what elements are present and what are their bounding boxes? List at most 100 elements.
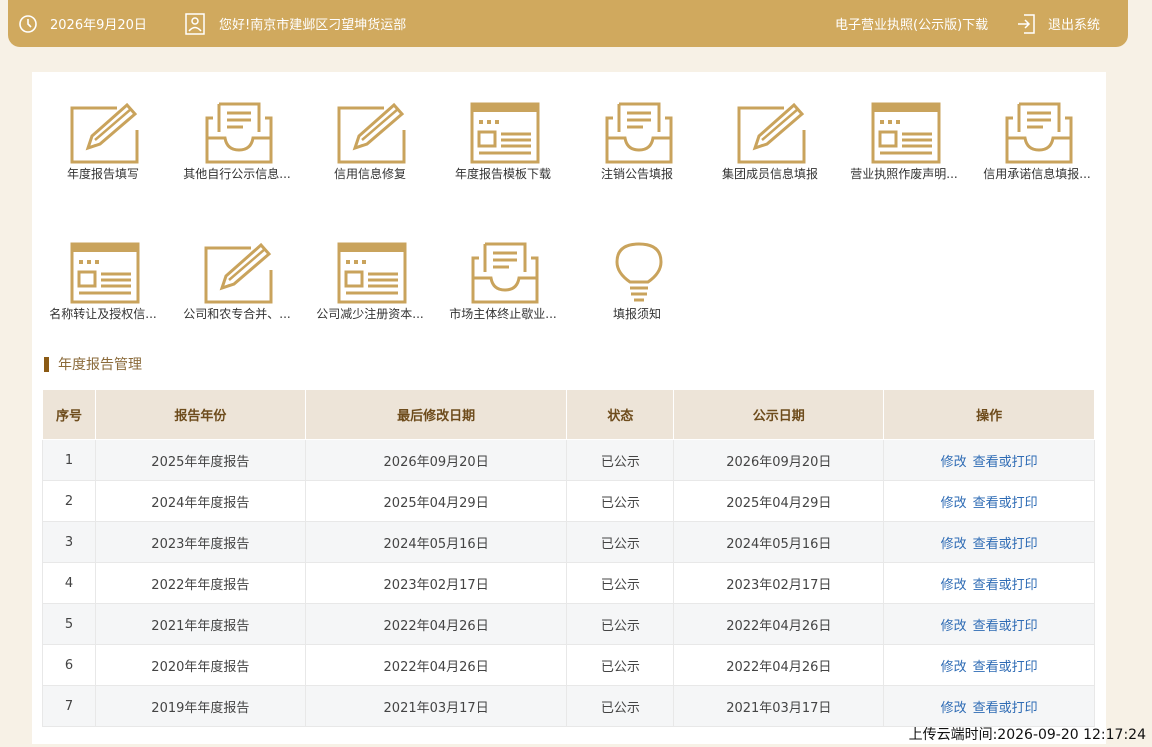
tile-label: 营业执照作废声明... xyxy=(850,167,958,181)
tile-label: 公司减少注册资本... xyxy=(316,307,424,321)
publish-date: 2025年04月29日 xyxy=(673,480,885,522)
col-header-status: 状态 xyxy=(566,389,675,440)
last-modified-date: 2024年05月16日 xyxy=(304,521,568,563)
date-area: 2026年9月20日 xyxy=(18,0,147,47)
status: 已公示 xyxy=(566,439,675,481)
row-index: 3 xyxy=(42,521,96,563)
col-header-modified: 最后修改日期 xyxy=(304,389,568,440)
report-year: 2019年年度报告 xyxy=(94,685,306,727)
lightbulb-icon xyxy=(603,240,675,306)
col-header-published: 公示日期 xyxy=(673,389,885,440)
row-index: 1 xyxy=(42,439,96,481)
tile-label: 信用信息修复 xyxy=(333,167,406,181)
last-modified-date: 2023年02月17日 xyxy=(304,562,568,604)
view-print-link[interactable]: 查看或打印 xyxy=(973,660,1038,675)
tile-label: 集团成员信息填报 xyxy=(721,167,818,181)
inbox-doc-icon xyxy=(1003,100,1075,166)
inbox-doc-icon xyxy=(603,100,675,166)
edit-link[interactable]: 修改 xyxy=(941,537,967,552)
table-row: 3 2023年年度报告 2024年05月16日 已公示 2024年05月16日 修改 查看或… xyxy=(42,521,1095,563)
function-tile[interactable]: 营业执照作废声明... xyxy=(840,72,968,202)
edit-icon xyxy=(736,100,808,166)
col-header-year: 报告年份 xyxy=(94,389,306,440)
template-window-icon xyxy=(469,100,541,166)
function-tile[interactable]: 市场主体终止歇业... xyxy=(439,212,567,342)
row-actions: 修改 查看或打印 xyxy=(883,603,1095,645)
row-index: 7 xyxy=(42,685,96,727)
report-year: 2023年年度报告 xyxy=(94,521,306,563)
logout-label: 退出系统 xyxy=(1048,18,1101,33)
edit-icon xyxy=(69,100,141,166)
main-panel: 年度报告填写 其他自行公示信息... 信用信息修复 年度报告模板下载 注销公告填报 集团成… xyxy=(32,72,1106,744)
edit-link[interactable]: 修改 xyxy=(941,701,967,716)
edit-link[interactable]: 修改 xyxy=(941,578,967,593)
logout-icon xyxy=(1016,13,1036,35)
table-row: 5 2021年年度报告 2022年04月26日 已公示 2022年04月26日 修改 查看或… xyxy=(42,603,1095,645)
row-actions: 修改 查看或打印 xyxy=(883,562,1095,604)
edit-link[interactable]: 修改 xyxy=(941,496,967,511)
inbox-doc-icon xyxy=(203,100,275,166)
top-bar: 2026年9月20日 您好!南京市建邺区刁望坤货运部 电子营业执照(公示版)下载… xyxy=(8,0,1128,47)
publish-date: 2026年09月20日 xyxy=(673,439,885,481)
edit-link[interactable]: 修改 xyxy=(941,455,967,470)
report-year: 2022年年度报告 xyxy=(94,562,306,604)
view-print-link[interactable]: 查看或打印 xyxy=(973,455,1038,470)
tile-label: 名称转让及授权信... xyxy=(49,307,157,321)
publish-date: 2022年04月26日 xyxy=(673,644,885,686)
tile-label: 信用承诺信息填报... xyxy=(983,167,1091,181)
table-header-row: 序号 报告年份 最后修改日期 状态 公示日期 操作 xyxy=(42,389,1095,440)
row-index: 6 xyxy=(42,644,96,686)
table-row: 1 2025年年度报告 2026年09月20日 已公示 2026年09月20日 修改 查看或… xyxy=(42,439,1095,481)
inbox-doc-icon xyxy=(469,240,541,306)
publish-date: 2024年05月16日 xyxy=(673,521,885,563)
report-year: 2021年年度报告 xyxy=(94,603,306,645)
edit-link[interactable]: 修改 xyxy=(941,619,967,634)
view-print-link[interactable]: 查看或打印 xyxy=(973,701,1038,716)
col-header-actions: 操作 xyxy=(883,389,1095,440)
license-download-link[interactable]: 电子营业执照(公示版)下载 xyxy=(835,0,988,47)
status: 已公示 xyxy=(566,603,675,645)
greeting-area: 您好!南京市建邺区刁望坤货运部 xyxy=(185,0,406,47)
template-window-icon xyxy=(336,240,408,306)
function-tile[interactable]: 年度报告填写 xyxy=(39,72,167,202)
view-print-link[interactable]: 查看或打印 xyxy=(973,578,1038,593)
publish-date: 2023年02月17日 xyxy=(673,562,885,604)
status: 已公示 xyxy=(566,480,675,522)
function-tile[interactable]: 公司减少注册资本... xyxy=(306,212,434,342)
row-actions: 修改 查看或打印 xyxy=(883,480,1095,522)
last-modified-date: 2025年04月29日 xyxy=(304,480,568,522)
status: 已公示 xyxy=(566,644,675,686)
row-actions: 修改 查看或打印 xyxy=(883,439,1095,481)
upload-timestamp: 上传云端时间:2026-09-20 12:17:24 xyxy=(908,727,1146,743)
status: 已公示 xyxy=(566,521,675,563)
view-print-link[interactable]: 查看或打印 xyxy=(973,496,1038,511)
function-tile[interactable]: 集团成员信息填报 xyxy=(706,72,834,202)
report-year: 2020年年度报告 xyxy=(94,644,306,686)
function-tile[interactable]: 填报须知 xyxy=(573,212,701,342)
view-print-link[interactable]: 查看或打印 xyxy=(973,537,1038,552)
tile-label: 公司和农专合并、... xyxy=(183,307,291,321)
edit-icon xyxy=(203,240,275,306)
function-tile[interactable]: 其他自行公示信息... xyxy=(173,72,301,202)
view-print-link[interactable]: 查看或打印 xyxy=(973,619,1038,634)
table-row: 6 2020年年度报告 2022年04月26日 已公示 2022年04月26日 修改 查看或… xyxy=(42,644,1095,686)
function-tile[interactable]: 注销公告填报 xyxy=(573,72,701,202)
table-row: 2 2024年年度报告 2025年04月29日 已公示 2025年04月29日 修改 查看或… xyxy=(42,480,1095,522)
table-row: 7 2019年年度报告 2021年03月17日 已公示 2021年03月17日 修改 查看或… xyxy=(42,685,1095,727)
clock-icon xyxy=(18,14,38,34)
tile-label: 年度报告填写 xyxy=(66,167,139,181)
annual-report-table: 序号 报告年份 最后修改日期 状态 公示日期 操作 1 2025年年度报告 2026… xyxy=(42,389,1095,727)
last-modified-date: 2022年04月26日 xyxy=(304,644,568,686)
function-tile[interactable]: 信用承诺信息填报... xyxy=(973,72,1101,202)
function-tile[interactable]: 名称转让及授权信... xyxy=(39,212,167,342)
function-tile[interactable]: 年度报告模板下载 xyxy=(439,72,567,202)
last-modified-date: 2026年09月20日 xyxy=(304,439,568,481)
logout-button[interactable]: 退出系统 xyxy=(1016,0,1100,47)
function-tile[interactable]: 信用信息修复 xyxy=(306,72,434,202)
tile-label: 年度报告模板下载 xyxy=(454,167,551,181)
edit-link[interactable]: 修改 xyxy=(941,660,967,675)
edit-icon xyxy=(336,100,408,166)
function-tile[interactable]: 公司和农专合并、... xyxy=(173,212,301,342)
template-window-icon xyxy=(69,240,141,306)
row-index: 2 xyxy=(42,480,96,522)
